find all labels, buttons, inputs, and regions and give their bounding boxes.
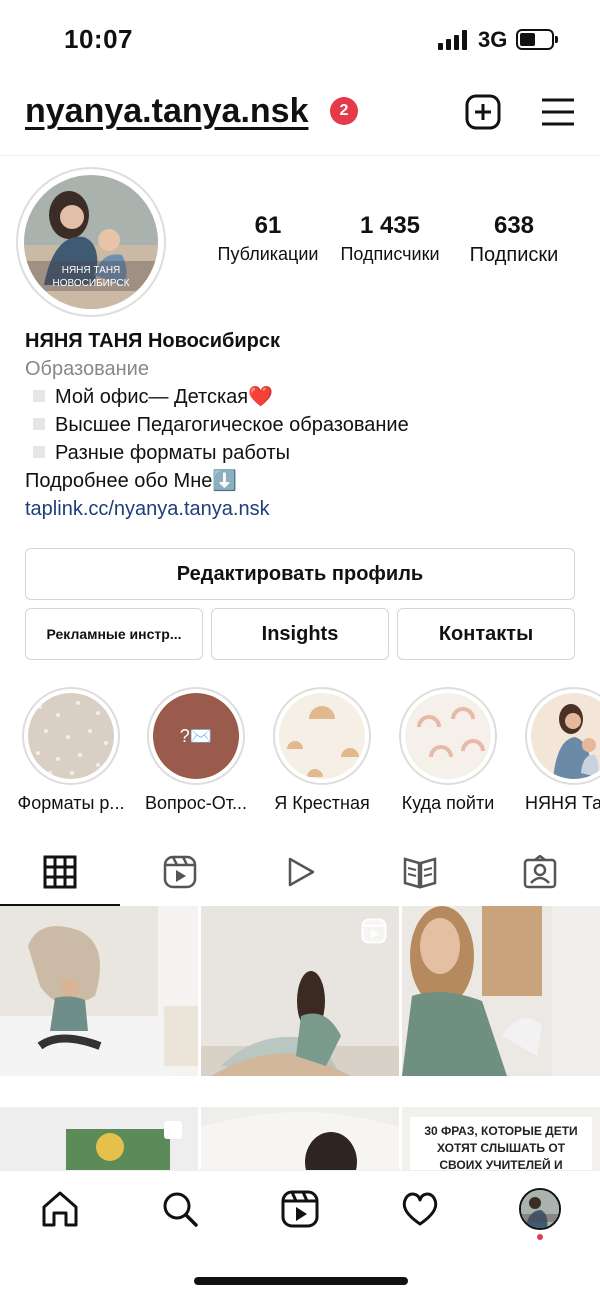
menu-icon[interactable] — [540, 94, 576, 130]
stat-following-value: 638 — [493, 212, 535, 239]
multi-post-icon — [164, 1121, 182, 1139]
profile-nav-avatar[interactable] — [519, 1188, 561, 1230]
network-type: 3G — [478, 27, 508, 52]
stat-following-label: Подписки — [469, 244, 559, 266]
highlight-item[interactable]: Форматы р... — [12, 687, 130, 814]
tab-reels[interactable] — [120, 842, 240, 906]
sun-pattern-icon — [279, 693, 365, 779]
highlight-item[interactable]: НЯНЯ Та — [515, 687, 600, 814]
ad-tools-button[interactable]: Рекламные инстр... — [25, 608, 203, 660]
video-icon — [288, 857, 315, 887]
mother-child-icon — [531, 693, 600, 779]
tab-guides[interactable] — [360, 842, 480, 906]
profile-name: НЯНЯ ТАНЯ Новосибирск — [25, 330, 281, 352]
tab-grid[interactable] — [0, 842, 120, 906]
grid-post[interactable] — [201, 906, 399, 1076]
edit-profile-button[interactable]: Редактировать профиль — [25, 548, 575, 600]
highlight-label: Куда пойти — [401, 793, 495, 813]
highlight-label: НЯНЯ Та — [525, 793, 600, 813]
battery-icon — [516, 29, 558, 50]
tab-tagged[interactable] — [480, 842, 600, 906]
insights-button[interactable]: Insights — [211, 608, 389, 660]
grid-post[interactable] — [0, 906, 198, 1076]
grid-icon — [43, 855, 77, 889]
notification-badge[interactable]: 2 — [330, 97, 358, 125]
bullet-square-icon — [33, 390, 45, 402]
signal-icon — [438, 30, 468, 50]
highlight-label: Форматы р... — [17, 793, 125, 813]
search-icon[interactable] — [160, 1189, 200, 1229]
posts-grid: 30 ФРАЗ, КОТОРЫЕ ДЕТИ ХОТЯТ СЛЫШАТЬ ОТ С… — [0, 906, 600, 1170]
contacts-button[interactable]: Контакты — [397, 608, 575, 660]
stat-following[interactable]: 638 Подписки — [434, 212, 594, 267]
rainbow-pattern-icon — [405, 693, 491, 779]
highlight-item[interactable]: Я Крестная — [263, 687, 381, 814]
bio-line: Высшее Педагогическое образование — [25, 411, 585, 439]
bio-line: Разные форматы работы — [25, 439, 585, 467]
bullet-square-icon — [33, 446, 45, 458]
tagged-icon — [523, 855, 557, 889]
bio-more: Подробнее обо Мне⬇️ — [25, 470, 238, 492]
post-image — [0, 906, 198, 1076]
grid-post[interactable]: 30 ФРАЗ, КОТОРЫЕ ДЕТИ ХОТЯТ СЛЫШАТЬ ОТ С… — [402, 1107, 600, 1170]
bio-line: Мой офис— Детская❤️ — [25, 383, 585, 411]
guide-icon — [403, 857, 437, 889]
dots-pattern-icon — [28, 693, 114, 779]
avatar-caption-1: НЯНЯ ТАНЯ — [62, 265, 121, 276]
grid-post[interactable] — [0, 1107, 198, 1170]
username-switcher[interactable]: nyanya.tanya.nsk — [25, 92, 308, 131]
tab-video[interactable] — [240, 842, 360, 906]
profile-avatar[interactable]: НЯНЯ ТАНЯ НОВОСИБИРСК — [24, 175, 158, 309]
profile-category: Образование — [25, 358, 149, 380]
home-indicator — [194, 1277, 408, 1285]
post-image — [402, 906, 600, 1076]
status-bar: 10:07 3G — [0, 0, 600, 80]
highlight-label: Вопрос-От... — [144, 793, 248, 813]
highlight-item[interactable]: ?✉️ Вопрос-От... — [137, 687, 255, 814]
heart-icon[interactable] — [400, 1189, 440, 1229]
profile-header: nyanya.tanya.nsk 2 — [0, 80, 600, 156]
avatar-caption-2: НОВОСИБИРСК — [53, 278, 130, 289]
highlight-label: Я Крестная — [274, 793, 370, 813]
status-time: 10:07 — [64, 24, 133, 54]
reel-indicator-icon — [361, 918, 387, 944]
activity-dot — [537, 1234, 543, 1240]
home-icon[interactable] — [40, 1189, 80, 1229]
post-text: 30 ФРАЗ, КОТОРЫЕ ДЕТИ ХОТЯТ СЛЫШАТЬ ОТ С… — [410, 1117, 592, 1170]
create-post-icon[interactable] — [465, 94, 501, 130]
post-image — [201, 1107, 399, 1170]
bio-link[interactable]: taplink.cc/nyanya.tanya.nsk — [25, 495, 585, 523]
profile-bio: НЯНЯ ТАНЯ Новосибирск Образование Мой оф… — [25, 327, 585, 523]
reels-icon — [163, 855, 197, 889]
reels-nav-icon[interactable] — [280, 1189, 320, 1229]
grid-post[interactable] — [402, 906, 600, 1076]
bullet-square-icon — [33, 418, 45, 430]
question-mail-icon: ?✉️ — [179, 726, 213, 746]
profile-tabs — [0, 842, 600, 906]
grid-post[interactable] — [201, 1107, 399, 1170]
highlight-item[interactable]: Куда пойти — [389, 687, 507, 814]
